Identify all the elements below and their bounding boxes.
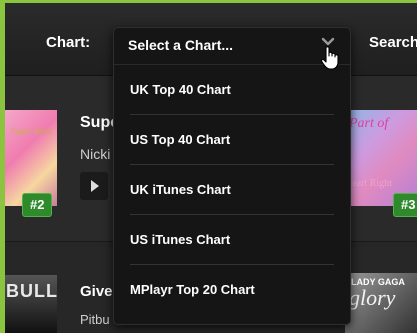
dropdown-option-label: US iTunes Chart [130, 232, 231, 247]
search-label[interactable]: Search [369, 34, 417, 51]
song-title: Give [80, 283, 113, 300]
album-art-thumbnail[interactable]: Super Bass [5, 110, 57, 206]
chart-select-dropdown[interactable]: Select a Chart... UK Top 40 Chart US Top… [113, 27, 351, 325]
dropdown-option-label: MPlayr Top 20 Chart [130, 282, 255, 297]
dropdown-option-us-itunes[interactable]: US iTunes Chart [114, 215, 350, 265]
rank-badge: #2 [22, 193, 53, 217]
album-art-text: glory [349, 285, 396, 310]
album-art-text: BULL [6, 281, 58, 301]
chart-label: Chart: [46, 34, 91, 51]
dropdown-option-label: US Top 40 Chart [130, 132, 231, 147]
song-artist: Nicki [80, 146, 111, 162]
app-window: Chart: Search Super Bass #2 Supe Nicki P… [0, 0, 417, 333]
dropdown-option-uk-itunes[interactable]: UK iTunes Chart [114, 165, 350, 215]
album-art-thumbnail-right[interactable]: LADY GAGA glory [345, 273, 417, 333]
rank-badge-right: #3 [393, 193, 417, 217]
play-button[interactable] [80, 172, 108, 200]
dropdown-option-us-top-40[interactable]: US Top 40 Chart [114, 115, 350, 165]
frame-border-top [0, 0, 417, 3]
album-art-text: Part of [349, 116, 389, 131]
album-art-text: Super Bass [10, 126, 52, 136]
album-art-thumbnail-right[interactable]: Part of Heart Right [345, 110, 417, 206]
dropdown-option-label: UK iTunes Chart [130, 182, 231, 197]
album-art-subtext: Heart Right [345, 178, 392, 189]
dropdown-option-uk-top-40[interactable]: UK Top 40 Chart [114, 65, 350, 115]
dropdown-selected-value: Select a Chart... [128, 37, 234, 53]
song-artist: Pitbu [80, 312, 110, 327]
dropdown-option-label: UK Top 40 Chart [130, 82, 231, 97]
frame-border-left [0, 0, 5, 333]
dropdown-header[interactable]: Select a Chart... [114, 28, 350, 70]
dropdown-option-mplayr-top-20[interactable]: MPlayr Top 20 Chart [114, 265, 350, 315]
dropdown-options: UK Top 40 Chart US Top 40 Chart UK iTune… [114, 65, 350, 315]
album-art-thumbnail[interactable]: BULL [5, 275, 57, 333]
